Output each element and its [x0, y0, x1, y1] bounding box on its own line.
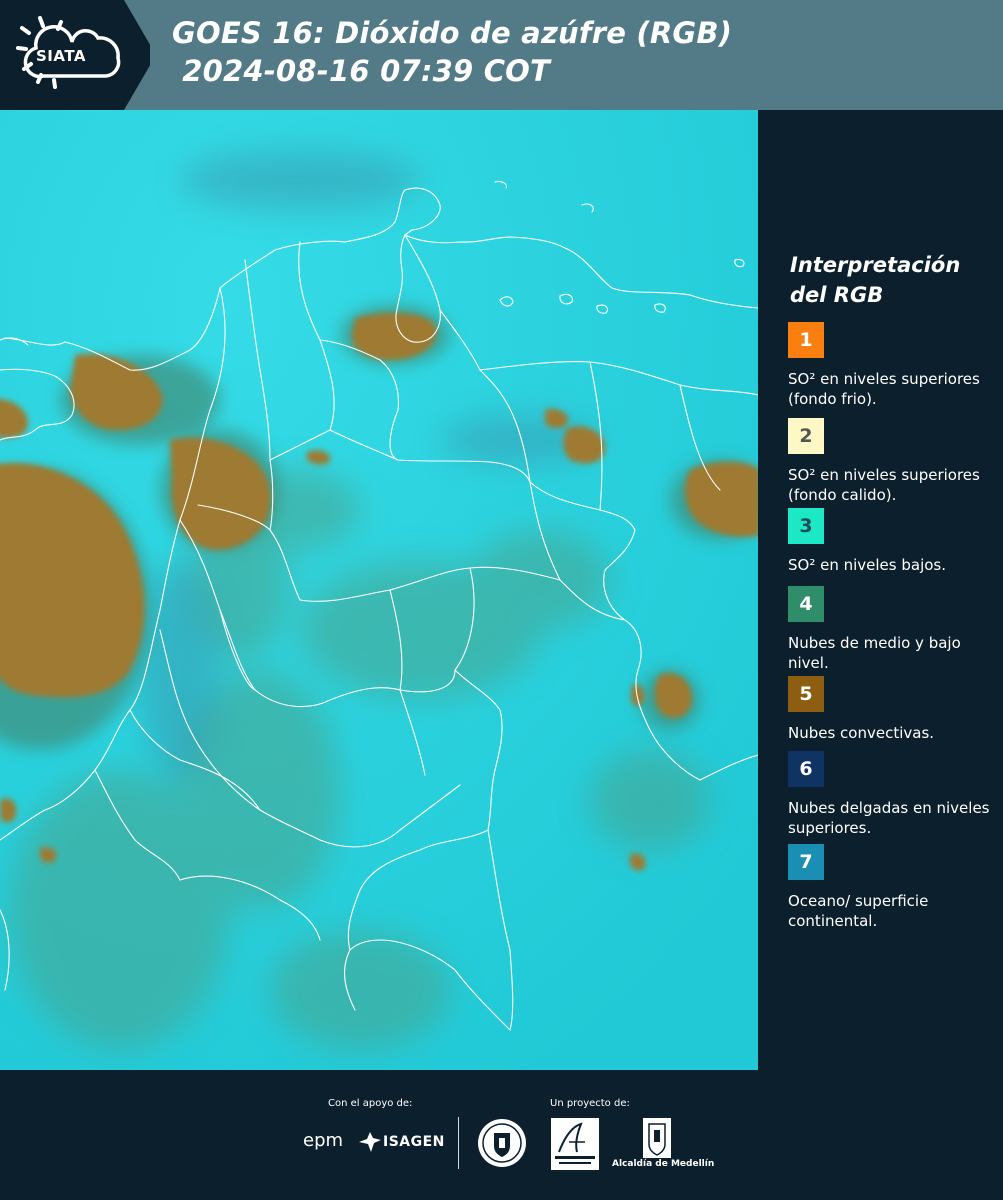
legend-swatch: 2: [788, 418, 824, 454]
legend-item: 2 SO² en niveles superiores (fondo calid…: [788, 418, 998, 505]
area-metropolitana-logo-icon: [551, 1118, 599, 1170]
legend-swatch: 6: [788, 751, 824, 787]
legend-item: 5 Nubes convectivas.: [788, 676, 998, 763]
isagen-logo-icon: [359, 1132, 381, 1152]
legend-swatch: 7: [788, 844, 824, 880]
legend-swatch: 1: [788, 322, 824, 358]
alcaldia-medellin-logo-icon: [643, 1118, 671, 1158]
project-label: Un proyecto de:: [550, 1098, 630, 1109]
epm-logo: epm: [303, 1130, 344, 1151]
footer: Con el apoyo de: Un proyecto de: epm ISA…: [0, 1070, 1003, 1200]
medellin-seal-icon: [478, 1119, 526, 1167]
title-line-1: GOES 16: Dióxido de azúfre (RGB): [172, 16, 733, 50]
footer-divider: [458, 1117, 459, 1169]
legend-label: Nubes de medio y bajo nivel.: [788, 634, 961, 672]
satellite-map: [0, 110, 758, 1070]
legend-item: 1 SO² en niveles superiores (fondo frio)…: [788, 322, 998, 409]
alcaldia-label: Alcaldía de Medellín: [612, 1159, 715, 1169]
support-label: Con el apoyo de:: [328, 1098, 413, 1109]
legend-item: 6 Nubes delgadas en niveles superiores.: [788, 751, 998, 838]
legend-swatch: 3: [788, 508, 824, 544]
legend-label: Nubes delgadas en niveles superiores.: [788, 799, 990, 837]
legend-label: SO² en niveles superiores (fondo frio).: [788, 370, 980, 408]
legend-swatch: 4: [788, 586, 824, 622]
legend-panel: Interpretación del RGB 1 SO² en niveles …: [758, 110, 1003, 1070]
legend-item: 4 Nubes de medio y bajo nivel.: [788, 586, 998, 673]
legend-item: 3 SO² en niveles bajos.: [788, 508, 998, 595]
legend-swatch: 5: [788, 676, 824, 712]
legend-label: Oceano/ superficie continental.: [788, 892, 929, 930]
siata-logo: SIATA: [0, 0, 150, 110]
legend-heading: Interpretación del RGB: [790, 253, 961, 307]
isagen-logo: ISAGEN: [383, 1134, 445, 1150]
legend-item: 7 Oceano/ superficie continental.: [788, 844, 998, 931]
legend-label: SO² en niveles superiores (fondo calido)…: [788, 466, 980, 504]
brand-label: SIATA: [36, 47, 87, 65]
title-line-2: 2024-08-16 07:39 COT: [172, 54, 551, 88]
page-title: GOES 16: Dióxido de azúfre (RGB) 2024-08…: [172, 14, 732, 90]
header-bar: SIATA GOES 16: Dióxido de azúfre (RGB) 2…: [0, 0, 1003, 110]
